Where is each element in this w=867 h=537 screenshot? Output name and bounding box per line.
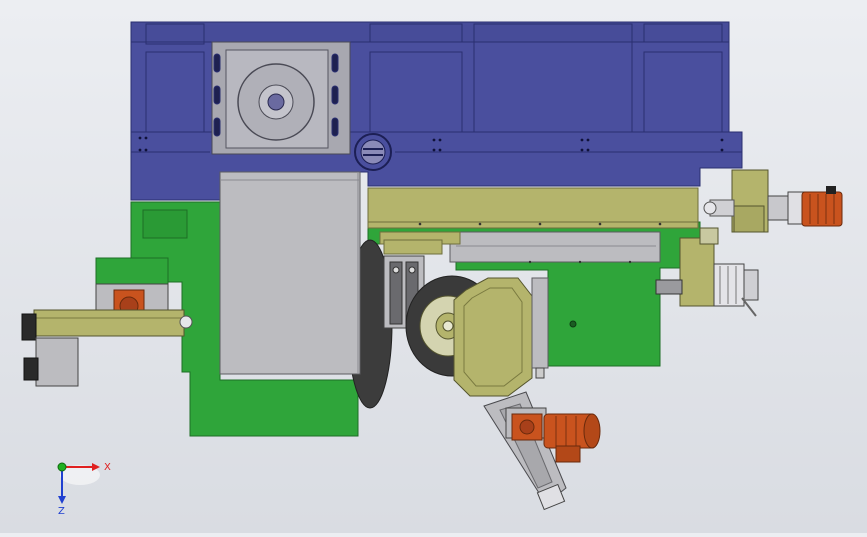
y-axis-dot — [57, 462, 67, 472]
motor-endcap — [583, 413, 601, 449]
lower-actuator-body — [713, 263, 745, 307]
diagonal-arm — [483, 391, 601, 511]
wheel-bore — [442, 320, 454, 332]
lower-actuator-spring — [655, 279, 683, 295]
feeder-roller — [21, 313, 37, 341]
machine-assembly-drawing: X Z — [21, 21, 843, 517]
arm-housing-body — [453, 277, 533, 397]
body-cutout — [142, 209, 188, 239]
feeder-foot-pad — [23, 357, 39, 381]
blade-guard — [219, 171, 361, 375]
lower-actuator-flange — [699, 227, 719, 245]
servo-connector — [826, 186, 836, 194]
plate-slot — [213, 53, 221, 73]
lower-actuator-pin — [741, 297, 757, 317]
plate-slot — [331, 85, 339, 105]
small-knob — [535, 367, 545, 379]
arm-housing-side — [531, 277, 549, 369]
feeder-foot — [35, 337, 79, 387]
cad-viewport[interactable]: X Z — [0, 0, 867, 533]
rail-carriage — [449, 231, 661, 263]
plate-slot — [213, 85, 221, 105]
motor-terminal — [555, 445, 581, 463]
actuator-shaft-end — [703, 201, 717, 215]
lower-actuator-bracket — [679, 237, 715, 307]
right-upper-actuator — [703, 169, 843, 233]
feeder-arm — [33, 309, 185, 337]
feeder-end-cap — [179, 315, 193, 329]
plate-hub — [267, 93, 285, 111]
servo-motor-upper — [801, 191, 843, 227]
x-axis-label: X — [104, 462, 111, 473]
body-screw — [569, 320, 577, 328]
actuator-collar — [767, 195, 791, 221]
frame-porthole-inner — [360, 139, 386, 165]
actuator-bracket-lower — [733, 205, 765, 233]
left-feeder — [21, 257, 193, 387]
feeder-frame — [95, 257, 169, 285]
lower-actuator-cap — [743, 269, 759, 301]
z-axis-label: Z — [58, 506, 65, 517]
frame-top-strip — [130, 21, 730, 43]
plate-slot — [331, 53, 339, 73]
arm-housing — [453, 277, 549, 397]
plate-slot — [213, 117, 221, 137]
coordinate-triad: X Z — [57, 462, 111, 517]
plate-slot — [331, 117, 339, 137]
clamp-plate — [383, 239, 443, 255]
